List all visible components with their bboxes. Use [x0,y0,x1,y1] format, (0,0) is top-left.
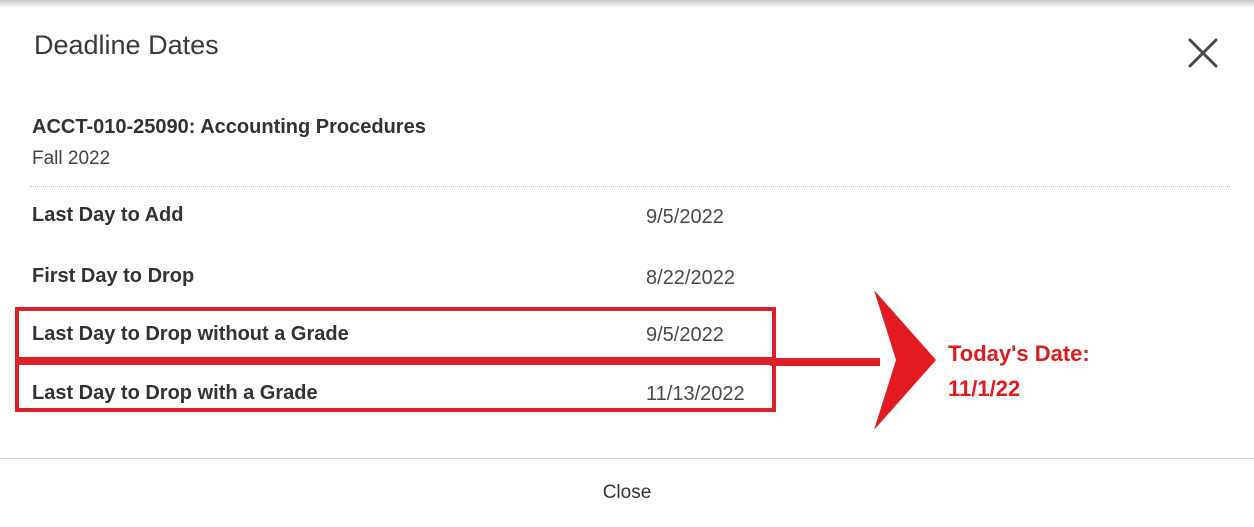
course-title: ACCT-010-25090: Accounting Procedures [32,116,426,138]
deadline-label-add: Last Day to Add [32,204,184,226]
close-button[interactable]: Close [0,482,1254,504]
deadline-date-first-drop: 8/22/2022 [646,267,735,289]
deadline-date-add: 9/5/2022 [646,206,724,228]
annotation-arrow-icon [770,290,936,430]
deadline-label-first-drop: First Day to Drop [32,265,195,287]
section-divider [30,186,1230,187]
course-term: Fall 2022 [32,148,111,169]
dialog-top-shadow [0,0,1254,8]
highlight-box-drop-no-grade [15,307,776,361]
today-date-annotation: Today's Date: 11/1/22 [948,336,1090,406]
highlight-box-drop-with-grade [15,361,776,412]
footer-divider [0,458,1254,459]
deadline-dates-dialog: Deadline Dates ACCT-010-25090: Accountin… [0,0,1254,527]
close-icon[interactable] [1184,34,1222,72]
annotation-line-1: Today's Date: [948,341,1090,366]
dialog-title: Deadline Dates [34,30,219,60]
annotation-line-2: 11/1/22 [948,376,1021,401]
